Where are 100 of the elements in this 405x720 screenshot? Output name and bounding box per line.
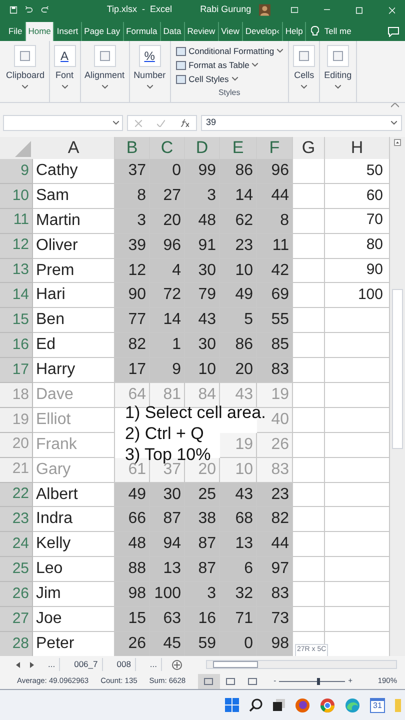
search-icon[interactable]	[249, 698, 263, 712]
ribbon-button[interactable]: Clipboard	[6, 41, 45, 102]
number-cell: 9	[150, 358, 185, 384]
number-cell: 83	[257, 358, 293, 384]
chevron-down-icon	[277, 49, 284, 53]
number-cell: 5	[220, 308, 257, 334]
sheet-tab[interactable]: ...	[44, 658, 60, 671]
zoom-slider[interactable]	[279, 678, 346, 684]
group-icon	[293, 45, 316, 67]
sheet-tab[interactable]: 006_7	[70, 658, 103, 671]
avatar-icon[interactable]	[259, 2, 271, 18]
task-view-icon[interactable]	[273, 699, 285, 711]
number-cell: 30	[185, 333, 220, 358]
row-header[interactable]: 27	[0, 607, 33, 632]
row-header[interactable]: 9	[0, 159, 33, 184]
row-header[interactable]: 23	[0, 507, 33, 532]
styles-menu-button[interactable]: Conditional Formatting	[176, 44, 284, 58]
number-cell: 98	[115, 582, 150, 608]
number-cell	[325, 358, 390, 384]
number-cell: 10	[220, 458, 257, 483]
ribbon-button[interactable]: Alignment	[84, 41, 125, 102]
row-header[interactable]: 13	[0, 258, 33, 284]
sheet-tab[interactable]: 008	[112, 658, 136, 671]
styles-menu-button[interactable]: Cell Styles	[176, 72, 284, 86]
number-cell: 94	[150, 532, 185, 558]
row-header[interactable]: 11	[0, 208, 33, 234]
number-cell	[325, 582, 390, 608]
row-header[interactable]: 26	[0, 582, 33, 608]
row-header[interactable]: 24	[0, 532, 33, 558]
name-cell: Harry	[33, 358, 115, 384]
number-cell: 20	[220, 358, 257, 384]
function-icon[interactable]	[180, 119, 189, 127]
row-header[interactable]: 15	[0, 308, 33, 334]
ribbon-button[interactable]: Editing	[324, 41, 352, 102]
fox-browser-icon[interactable]	[295, 698, 310, 712]
scroll-up-icon[interactable]	[394, 139, 401, 146]
ribbon-button[interactable]: A Font	[54, 41, 76, 102]
ribbon-tab[interactable]: Home	[26, 22, 54, 41]
zoom-thumb[interactable]	[317, 678, 320, 684]
row-header[interactable]: 22	[0, 482, 33, 508]
view-button[interactable]	[198, 674, 220, 688]
number-cell: 1	[150, 333, 185, 358]
minimize-icon[interactable]	[324, 9, 330, 11]
name-cell: Dave	[33, 383, 115, 408]
horizontal-scroll-thumb[interactable]	[213, 661, 258, 668]
name-cell: Hari	[33, 283, 115, 308]
previous-sheet-icon[interactable]	[16, 662, 20, 668]
styles-menu-button[interactable]: Format as Table	[176, 58, 284, 72]
number-cell: 6	[220, 557, 257, 582]
number-cell	[325, 507, 390, 532]
number-cell: 3	[185, 582, 220, 608]
comment-icon[interactable]	[388, 27, 399, 37]
chevron-down-icon	[113, 121, 119, 125]
scroll-thumb[interactable]	[392, 289, 403, 449]
next-sheet-icon[interactable]	[30, 662, 34, 668]
table-icon	[176, 60, 186, 70]
collapse-ribbon-icon[interactable]	[391, 103, 399, 108]
ribbon-button[interactable]: Cells	[293, 41, 316, 102]
calendar-icon[interactable]: 31	[370, 698, 385, 712]
row-header[interactable]: 14	[0, 283, 33, 308]
row-header[interactable]: 25	[0, 557, 33, 582]
formula-field[interactable]: 39	[201, 115, 402, 131]
wave-browser-icon[interactable]	[345, 698, 360, 712]
maximize-icon[interactable]	[356, 6, 363, 14]
undo-icon[interactable]	[25, 5, 34, 15]
browser-icon[interactable]	[320, 698, 335, 712]
number-cell: 13	[150, 557, 185, 582]
number-cell: 87	[185, 532, 220, 558]
lightbulb-icon[interactable]	[311, 26, 320, 37]
number-cell: 82	[115, 333, 150, 358]
check-icon[interactable]	[156, 120, 165, 126]
number-cell: 38	[185, 507, 220, 532]
column-header[interactable]: B	[115, 137, 150, 159]
number-cell: 32	[220, 582, 257, 608]
column-header[interactable]: F	[257, 137, 293, 159]
sheet-tab[interactable]: ...	[146, 658, 162, 671]
number-cell: 0	[220, 632, 257, 656]
add-sheet-icon[interactable]	[172, 660, 182, 670]
close-icon[interactable]	[388, 6, 395, 14]
tell-me-field[interactable]: Tell me	[324, 22, 352, 41]
row-header[interactable]: 10	[0, 184, 33, 209]
name-cell: Albert	[33, 482, 115, 508]
column-header[interactable]: D	[185, 137, 220, 159]
chevron-down-icon	[252, 63, 258, 67]
name-cell: Sam	[33, 184, 115, 209]
save-icon[interactable]	[10, 5, 18, 15]
row-header[interactable]: 12	[0, 234, 33, 259]
number-cell: 86	[220, 333, 257, 358]
ribbon-display-icon[interactable]	[290, 6, 298, 14]
row-header[interactable]: 28	[0, 632, 33, 656]
column-header[interactable]: E	[220, 137, 257, 159]
ribbon-button[interactable]: % Number	[134, 41, 166, 102]
redo-icon[interactable]	[41, 5, 49, 15]
column-header[interactable]: C	[150, 137, 185, 159]
table-icon	[176, 46, 186, 56]
row-header[interactable]: 17	[0, 358, 33, 384]
number-cell: 68	[220, 507, 257, 532]
row-header[interactable]: 16	[0, 333, 33, 358]
number-cell: 85	[257, 333, 293, 358]
windows-icon[interactable]	[225, 698, 239, 712]
